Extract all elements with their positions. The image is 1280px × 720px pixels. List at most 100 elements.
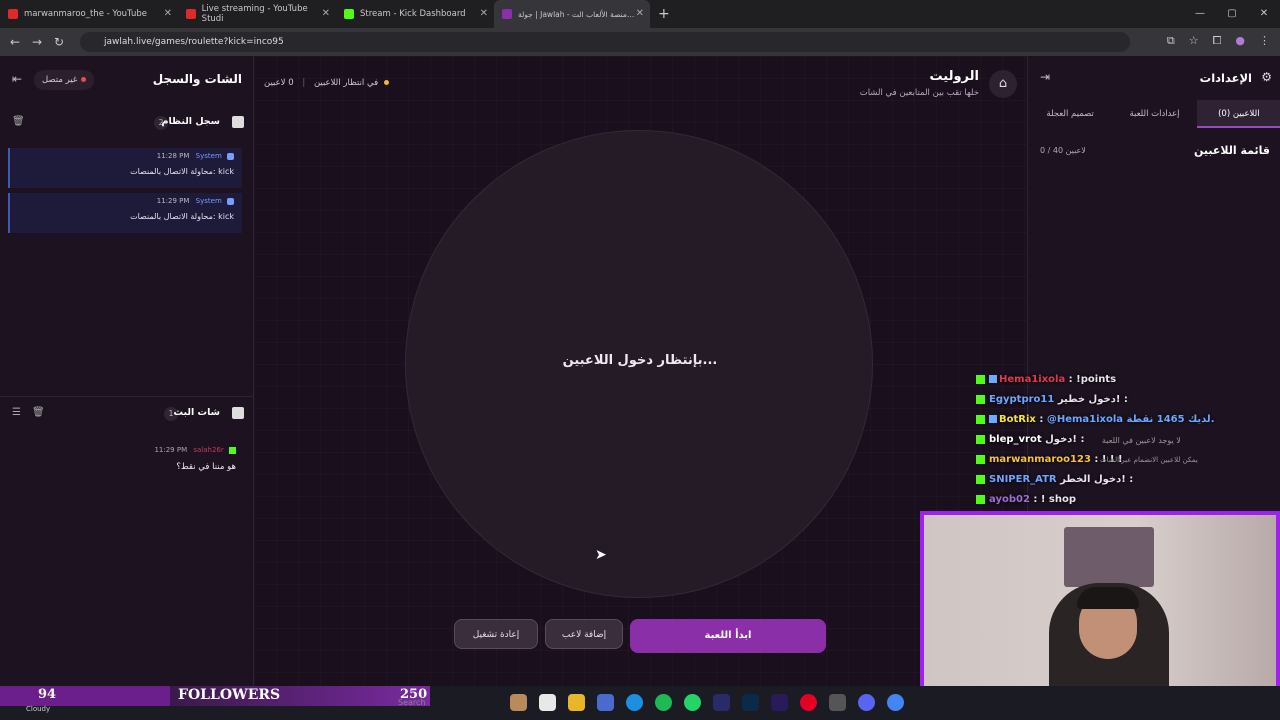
followers-goal-bar: 94 FOLLOWERS 250 (0, 686, 430, 706)
url-input[interactable]: jawlah.live/games/roulette?kick=inco95 (80, 32, 1130, 52)
kick-icon (976, 394, 985, 404)
maximize-icon[interactable]: ▢ (1216, 0, 1248, 28)
kick-icon (976, 494, 985, 504)
tab-wheel-design[interactable]: تصميم العجلة (1028, 100, 1112, 128)
tab-players[interactable]: اللاعبين (0) (1196, 100, 1280, 128)
reload-icon[interactable]: ↻ (48, 35, 70, 49)
game-area: في انتظار اللاعبين | 0 لاعبين الروليت خل… (254, 56, 1027, 686)
close-icon[interactable]: ✕ (480, 8, 488, 19)
profile-avatar-icon[interactable]: ● (1235, 34, 1245, 48)
settings-tabs: اللاعبين (0) إعدادات اللعبة تصميم العجلة (1028, 100, 1280, 128)
youtube-icon (8, 9, 18, 19)
close-window-icon[interactable]: ✕ (1248, 0, 1280, 28)
stream-chat-title: شات البث (173, 407, 220, 418)
message-time: 11:29 PM (154, 446, 188, 454)
chat-text: : ! shop (1033, 494, 1077, 505)
collapse-panel-icon[interactable]: ⇥ (1040, 70, 1050, 84)
filter-icon[interactable]: ☰ (12, 407, 21, 418)
chat-log-panel: ⇤ غير متصل الشات والسجل 🗑 2 سجل النظام 1… (0, 56, 254, 686)
browser-tab[interactable]: Live streaming - YouTube Studi ✕ (178, 0, 336, 28)
overlay-hint-text: يمكن للاعبين الانضمام عبر الشات (1100, 456, 1198, 464)
taskbar-icons (510, 694, 904, 711)
player-list-count: 0 / 40 لاعبين (1040, 146, 1086, 155)
file-icon[interactable] (539, 694, 556, 711)
menu-icon[interactable]: ⋮ (1259, 34, 1270, 48)
mouse-cursor-icon: ➤ (595, 547, 607, 563)
browser-tab-bar: marwanmaroo_the - YouTube ✕ Live streami… (0, 0, 1280, 28)
overlay-chat-line: Egyptpro11 دخول خطير! : (976, 394, 1276, 414)
system-message: 11:29 PM System محاولة الاتصال بالمنصات:… (8, 193, 242, 233)
chat-text: دخول الخطر! : (1060, 474, 1134, 485)
badge-icon (989, 415, 997, 423)
panel-header: ⇤ غير متصل الشات والسجل (0, 68, 254, 94)
webcam-overlay (920, 511, 1280, 691)
message-user: salah26r (193, 446, 224, 454)
browser-tab-active[interactable]: جولة | Jawlah - منصة الألعاب الت… ✕ (494, 0, 650, 28)
jawlah-icon (502, 9, 512, 19)
home-button[interactable]: ⌂ (989, 70, 1017, 98)
app-icon[interactable] (829, 694, 846, 711)
youtube-icon (186, 9, 196, 19)
webcam-hair (1077, 587, 1139, 609)
start-game-button[interactable]: ابدأ اللعبة (630, 619, 826, 653)
message-text: محاولة الاتصال بالمنصات: kick (130, 167, 234, 176)
add-player-button[interactable]: إضافة لاعب (545, 619, 623, 649)
kick-icon (344, 9, 354, 19)
tab-game-settings[interactable]: إعدادات اللعبة (1112, 100, 1196, 128)
extensions-icon[interactable]: ⧠ (1213, 34, 1222, 48)
message-sender: System (195, 152, 222, 160)
panel-title: الشات والسجل (152, 72, 242, 86)
edge-icon[interactable] (626, 694, 643, 711)
waiting-status: في انتظار اللاعبين (313, 78, 379, 88)
after-effects-icon[interactable] (771, 694, 788, 711)
chrome-icon[interactable] (887, 694, 904, 711)
app-icon[interactable] (510, 694, 527, 711)
webcam-shelf (1064, 527, 1154, 587)
whatsapp-icon[interactable] (684, 694, 701, 711)
spotify-icon[interactable] (655, 694, 672, 711)
trash-icon[interactable]: 🗑 (12, 116, 25, 127)
tab-title: جولة | Jawlah - منصة الألعاب الت… (518, 9, 635, 19)
chat-user: SNIPER_ATR (989, 474, 1057, 485)
forward-icon[interactable]: → (26, 35, 48, 49)
roulette-wheel: بإنتظار دخول اللاعبين... (405, 130, 873, 598)
browser-tab[interactable]: marwanmaroo_the - YouTube ✕ (0, 0, 178, 28)
game-status: في انتظار اللاعبين | 0 لاعبين (264, 78, 389, 88)
photoshop-icon[interactable] (742, 694, 759, 711)
collapse-panel-icon[interactable]: ⇤ (12, 72, 22, 86)
trash-icon[interactable]: 🗑 (32, 407, 45, 418)
browser-tab[interactable]: Stream - Kick Dashboard ✕ (336, 0, 494, 28)
close-icon[interactable]: ✕ (636, 8, 644, 19)
stream-chat-header: ☰ 🗑 1 شات البث (0, 403, 254, 425)
folder-icon[interactable] (568, 694, 585, 711)
tab-title: marwanmaroo_the - YouTube (24, 9, 147, 19)
message-time: 11:29 PM (156, 197, 190, 205)
player-count-status: 0 لاعبين (264, 78, 294, 88)
followers-label: FOLLOWERS (178, 687, 281, 703)
discord-icon[interactable] (858, 694, 875, 711)
restart-button[interactable]: إعادة تشغيل (454, 619, 538, 649)
player-list-title: قائمة اللاعبين (1194, 144, 1270, 157)
taskbar: 94 FOLLOWERS 250 Cloudy Search (0, 686, 1280, 720)
translate-icon[interactable]: ⧉ (1167, 34, 1175, 48)
premiere-icon[interactable] (713, 694, 730, 711)
taskbar-search[interactable]: Search (398, 698, 425, 707)
weather-temp: 94 (38, 687, 57, 702)
settings-title: الإعدادات (1199, 71, 1252, 85)
pinterest-icon[interactable] (800, 694, 817, 711)
new-tab-icon[interactable]: + (650, 0, 674, 28)
webcam-streamer (1049, 583, 1169, 687)
chat-user: marwanmaroo123 (989, 454, 1091, 465)
overlay-empty-text: لا يوجد لاعبين في اللعبة (1102, 436, 1181, 445)
close-icon[interactable]: ✕ (322, 8, 330, 19)
close-icon[interactable]: ✕ (164, 8, 172, 19)
overlay-chat-line: Hema1ixola : !points (976, 374, 1276, 394)
store-icon[interactable] (597, 694, 614, 711)
back-icon[interactable]: ← (4, 35, 26, 49)
system-icon (227, 152, 234, 160)
bookmark-star-icon[interactable]: ☆ (1189, 34, 1199, 48)
minimize-icon[interactable]: — (1184, 0, 1216, 28)
overlay-chat-line: SNIPER_ATR دخول الخطر! : (976, 474, 1276, 494)
url-text: jawlah.live/games/roulette?kick=inco95 (104, 37, 284, 47)
divider (0, 396, 254, 397)
